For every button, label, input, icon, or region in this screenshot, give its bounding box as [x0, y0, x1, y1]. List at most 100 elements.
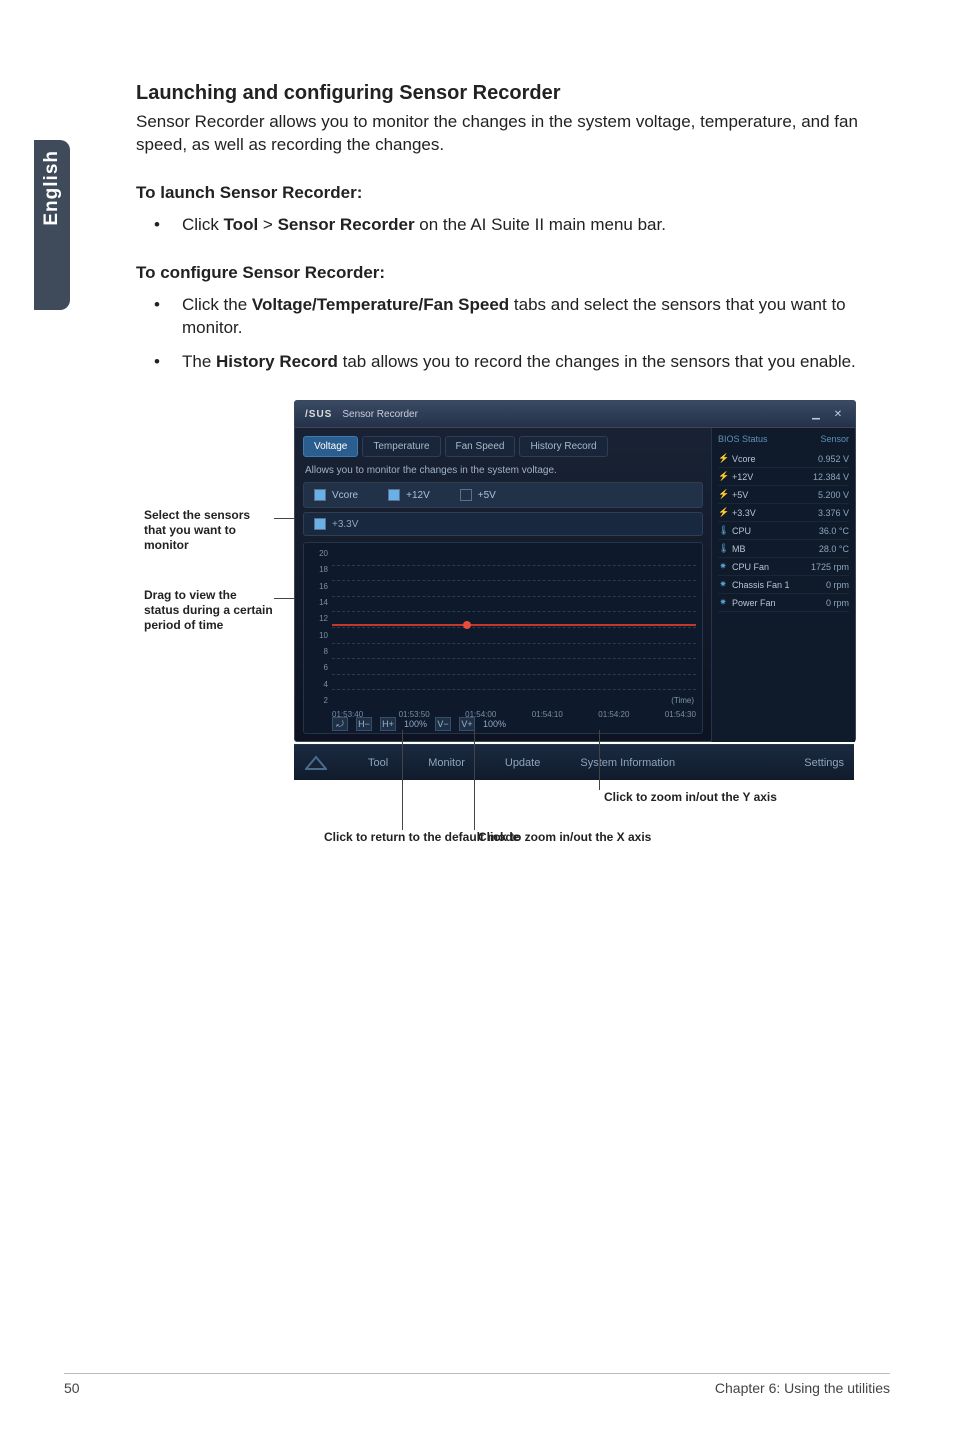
check-label: +5V [478, 490, 496, 501]
close-icon[interactable]: ✕ [831, 407, 845, 421]
check-5v[interactable]: +5V [460, 489, 496, 501]
bottom-tool-button[interactable]: Tool [368, 757, 388, 769]
sensor-name: MB [732, 544, 819, 554]
zoom-x-out-button[interactable]: H− [356, 717, 372, 731]
check-label: +12V [406, 490, 430, 501]
sensor-name: +12V [732, 472, 813, 482]
label-drag-status: Drag to view the status during a certain… [144, 588, 274, 633]
sensor-recorder-bold: Sensor Recorder [278, 215, 415, 234]
checkbox-icon [314, 489, 326, 501]
grid-lines [332, 549, 696, 705]
sensor-value: 3.376 V [818, 508, 849, 518]
checkbox-icon[interactable] [314, 518, 326, 530]
sensor-name: Power Fan [732, 598, 826, 608]
configure-bullet-2: The History Record tab allows you to rec… [136, 350, 882, 374]
connector-line [599, 730, 600, 790]
data-line [332, 624, 696, 626]
sensor-name: Vcore [732, 454, 818, 464]
window-title: Sensor Recorder [342, 409, 418, 420]
text: The [182, 352, 216, 371]
plot-region[interactable] [332, 549, 696, 705]
zoom-controls: ⤾ H− H+ 100% V− V+ 100% [332, 717, 506, 731]
text: Click the [182, 295, 252, 314]
sensor-value: 0 rpm [826, 598, 849, 608]
checkbox-icon [388, 489, 400, 501]
language-label: English [41, 150, 63, 226]
launch-heading: To launch Sensor Recorder: [136, 183, 882, 203]
text: on the AI Suite II main menu bar. [415, 215, 666, 234]
sensor-row: 🌡CPU36.0 °C [718, 522, 849, 540]
sensor-value: 36.0 °C [819, 526, 849, 536]
tab-row: Voltage Temperature Fan Speed History Re… [303, 436, 703, 457]
zoom-y-out-button[interactable]: V− [435, 717, 451, 731]
check-vcore[interactable]: Vcore [314, 489, 358, 501]
tabs-bold: Voltage/Temperature/Fan Speed [252, 295, 509, 314]
text: > [258, 215, 277, 234]
chapter-title: Chapter 6: Using the utilities [715, 1380, 890, 1396]
sensor-icon: ⚡ [718, 489, 728, 500]
configure-heading: To configure Sensor Recorder: [136, 263, 882, 283]
sensor-row: ⚡+5V5.200 V [718, 486, 849, 504]
connector-line [402, 730, 403, 830]
tab-temperature[interactable]: Temperature [362, 436, 440, 457]
sensor-check-row: Vcore +12V +5V [303, 482, 703, 508]
sensor-icon: 🌡 [718, 543, 728, 554]
title-bar: /SUS Sensor Recorder ▁ ✕ [295, 401, 855, 428]
intro-paragraph: Sensor Recorder allows you to monitor th… [136, 111, 882, 157]
sensor-row: ✷CPU Fan1725 rpm [718, 558, 849, 576]
check-label: Vcore [332, 490, 358, 501]
ytick: 16 [308, 582, 328, 591]
history-record-bold: History Record [216, 352, 338, 371]
sensor-value: 0.952 V [818, 454, 849, 464]
zoom-reset-button[interactable]: ⤾ [332, 717, 348, 731]
side-header-right: Sensor [820, 434, 849, 444]
sensor-icon: ⚡ [718, 453, 728, 464]
sensor-check-row-2: +3.3V [303, 512, 703, 536]
text: tab allows you to record the changes in … [338, 352, 856, 371]
tab-voltage[interactable]: Voltage [303, 436, 358, 457]
configure-bullet-1: Click the Voltage/Temperature/Fan Speed … [136, 293, 882, 341]
ytick: 2 [308, 696, 328, 705]
side-header-left: BIOS Status [718, 434, 768, 444]
app-bottom-bar: Tool Monitor Update System Information S… [294, 744, 854, 780]
label-zoom-y: Click to zoom in/out the Y axis [604, 790, 777, 805]
sensor-value: 5.200 V [818, 490, 849, 500]
bottom-sysinfo-button[interactable]: System Information [580, 757, 675, 769]
zoom-x-in-button[interactable]: H+ [380, 717, 396, 731]
page-number: 50 [64, 1380, 80, 1396]
zoom-x-value: 100% [404, 719, 427, 729]
zoom-y-value: 100% [483, 719, 506, 729]
chart-area[interactable]: 20 18 16 14 12 10 8 6 4 2 [303, 542, 703, 734]
page-footer: 50 Chapter 6: Using the utilities [64, 1373, 890, 1396]
sensor-icon: ⚡ [718, 507, 728, 518]
minimize-icon[interactable]: ▁ [809, 407, 823, 421]
ytick: 10 [308, 631, 328, 640]
sensor-value: 28.0 °C [819, 544, 849, 554]
sensor-row: ⚡+12V12.384 V [718, 468, 849, 486]
ytick: 6 [308, 663, 328, 672]
ytick: 12 [308, 614, 328, 623]
language-side-tab: English [34, 140, 70, 310]
sensor-row: ⚡ Vcore0.952 V [718, 450, 849, 468]
launch-bullet: Click Tool > Sensor Recorder on the AI S… [136, 213, 882, 237]
tab-fan-speed[interactable]: Fan Speed [445, 436, 516, 457]
bottom-settings-button[interactable]: Settings [804, 757, 844, 769]
sensor-row: ⚡+3.3V3.376 V [718, 504, 849, 522]
tab-history-record[interactable]: History Record [519, 436, 607, 457]
ytick: 18 [308, 565, 328, 574]
ytick: 4 [308, 680, 328, 689]
ytick: 20 [308, 549, 328, 558]
check-12v[interactable]: +12V [388, 489, 430, 501]
suite-logo-icon [304, 754, 328, 772]
sensor-row: ✷ Power Fan0 rpm [718, 594, 849, 612]
connector-line [474, 730, 475, 830]
sensor-name: Chassis Fan 1 [732, 580, 826, 590]
sensor-icon: ✷ [718, 597, 728, 608]
bottom-monitor-button[interactable]: Monitor [428, 757, 465, 769]
bottom-update-button[interactable]: Update [505, 757, 540, 769]
label-return-default: Click to return to the default mode [324, 830, 519, 845]
sensor-value: 1725 rpm [811, 562, 849, 572]
tab-description: Allows you to monitor the changes in the… [305, 465, 703, 476]
zoom-y-in-button[interactable]: V+ [459, 717, 475, 731]
section-heading: Launching and configuring Sensor Recorde… [136, 82, 882, 105]
